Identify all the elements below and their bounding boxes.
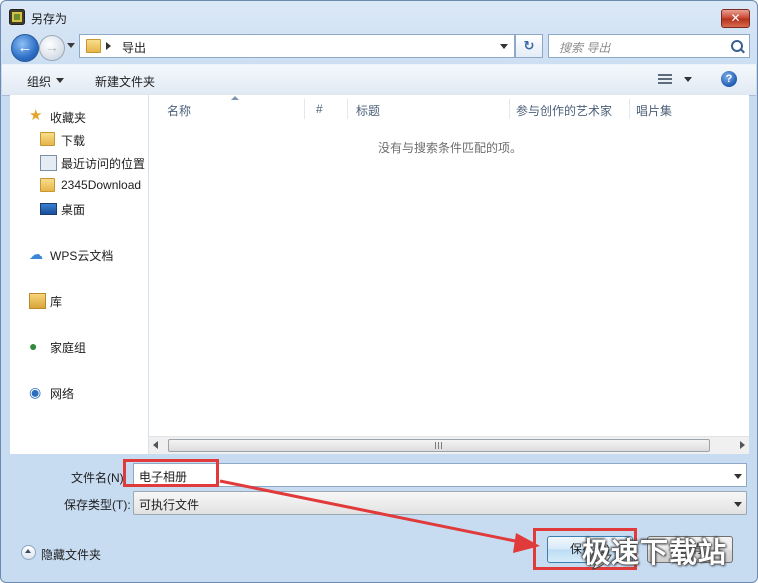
annotation-arrow	[219, 479, 540, 553]
watermark-text: 极速下载站	[582, 537, 728, 568]
